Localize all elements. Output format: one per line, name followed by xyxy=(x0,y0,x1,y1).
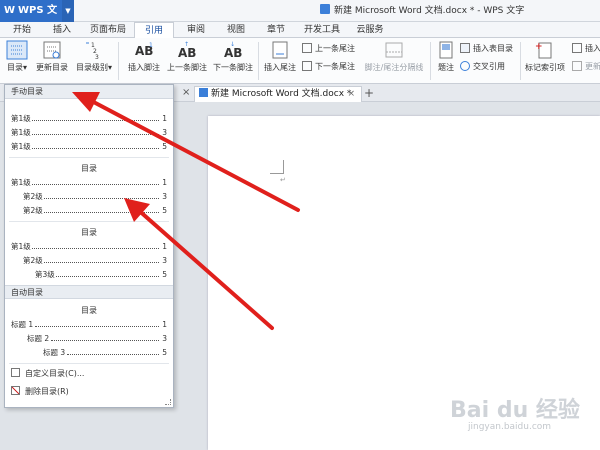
tab-insert[interactable]: 插入 xyxy=(44,22,80,38)
svg-text:↓: ↓ xyxy=(230,41,235,48)
toc-level-button[interactable]: 1 2 3 目录级别▾ xyxy=(74,40,114,73)
cross-reference-icon xyxy=(460,61,470,71)
document-icon xyxy=(320,4,330,14)
update-toc-button[interactable]: 更新目录 xyxy=(34,40,70,73)
toc-entry: 第3级 5 xyxy=(35,269,167,280)
toc-entry: 第2级 3 xyxy=(23,191,167,202)
watermark-url: jingyan.baidu.com xyxy=(468,422,552,432)
prev-endnote-icon xyxy=(302,43,312,53)
toc-entry: 第1级 5 xyxy=(11,141,167,152)
caption-button[interactable]: 题注 xyxy=(434,40,458,73)
toc-dropdown: 手动目录 第1级 1 第1级 3 第1级 5 目录 第1级 1 第2级 3 第2级 5 目录… xyxy=(4,84,174,408)
tab-review[interactable]: 审阅 xyxy=(178,22,214,38)
ribbon-divider xyxy=(430,42,431,80)
insert-table-of-figures-button[interactable]: 插入表目录 xyxy=(460,42,513,56)
mark-entry-icon: + xyxy=(535,42,552,59)
ribbon: 目录▾ 更新目录 1 2 3 目录级别▾ AB 1 插入脚注 AB ↑ 上一条脚 xyxy=(0,38,600,84)
toc-entry: 第2级 5 xyxy=(23,205,167,216)
insert-index-icon xyxy=(572,43,582,53)
toc-entry: 第1级 3 xyxy=(11,127,167,138)
svg-text:AB: AB xyxy=(224,46,242,60)
endnote-icon xyxy=(272,41,288,59)
toc-entry: 标题 11 xyxy=(11,319,167,330)
toc-icon xyxy=(6,40,28,60)
prev-endnote-button[interactable]: 上一条尾注 xyxy=(302,42,355,56)
tab-developer[interactable]: 开发工具 xyxy=(298,22,346,38)
title-bar: WWPS 文字 ▼ 新建 Microsoft Word 文档.docx * - … xyxy=(0,0,600,38)
toc-entry: 第1级 1 xyxy=(11,177,167,188)
toc-preview-title: 目录 xyxy=(81,164,97,173)
next-footnote-button[interactable]: AB ↓ 下一条脚注 xyxy=(210,40,256,73)
footnote-separator-button[interactable]: 脚注/尾注分隔线 xyxy=(362,40,426,73)
toc-entry: 第2级 3 xyxy=(23,255,167,266)
toc-preview-title: 目录 xyxy=(81,228,97,237)
tab-home[interactable]: 开始 xyxy=(4,22,40,38)
custom-toc-menu-item[interactable]: 自定义目录(C)... xyxy=(11,367,84,381)
divider xyxy=(9,221,169,222)
separator-icon xyxy=(385,42,403,58)
close-tab-icon[interactable]: × xyxy=(347,87,355,102)
mark-entry-button[interactable]: + 标记索引项 xyxy=(522,40,568,73)
document-tab[interactable]: 新建 Microsoft Word 文档.docx * × xyxy=(194,86,362,102)
toc-level-icon: 1 2 3 xyxy=(86,42,99,60)
divider xyxy=(9,157,169,158)
wps-logo-icon: W xyxy=(4,5,16,16)
window-title: 新建 Microsoft Word 文档.docx * - WPS 文字 xyxy=(320,0,524,22)
footnote-icon: AB 1 xyxy=(135,42,153,58)
new-tab-button[interactable]: + xyxy=(364,86,374,100)
delete-toc-menu-item[interactable]: 删除目录(R) xyxy=(11,385,69,399)
toc-preview-title: 目录 xyxy=(81,306,97,315)
update-index-button[interactable]: 更新 xyxy=(572,60,600,74)
next-endnote-icon xyxy=(302,61,312,71)
cross-reference-button[interactable]: 交叉引用 xyxy=(460,60,505,74)
next-endnote-button[interactable]: 下一条尾注 xyxy=(302,60,355,74)
manual-toc-header: 手动目录 xyxy=(5,85,173,99)
divider xyxy=(9,363,169,364)
margin-corner-mark xyxy=(270,160,284,174)
toc-entry: 第1级 1 xyxy=(11,113,167,124)
watermark-logo: Bai du 经验 xyxy=(450,398,580,423)
caption-icon xyxy=(439,41,453,59)
resize-grip-icon[interactable] xyxy=(165,399,171,405)
toc-entry: 标题 35 xyxy=(43,347,167,358)
next-footnote-icon: AB ↓ xyxy=(224,41,242,60)
svg-text:+: + xyxy=(535,42,543,52)
ribbon-divider xyxy=(520,42,521,80)
svg-text:AB: AB xyxy=(178,46,196,60)
tab-page-layout[interactable]: 页面布局 xyxy=(84,22,132,38)
prev-footnote-button[interactable]: AB ↑ 上一条脚注 xyxy=(166,40,208,73)
insert-endnote-button[interactable]: 插入尾注 xyxy=(262,40,298,73)
ribbon-divider xyxy=(258,42,259,80)
paragraph-mark: ↵ xyxy=(280,176,286,184)
ribbon-divider xyxy=(118,42,119,80)
toc-entry: 第1级 1 xyxy=(11,241,167,252)
close-icon[interactable]: × xyxy=(182,87,190,98)
chevron-down-icon[interactable]: ▼ xyxy=(62,0,74,22)
toc-entry: 标题 23 xyxy=(27,333,167,344)
custom-toc-icon xyxy=(11,368,20,377)
svg-text:↑: ↑ xyxy=(184,41,189,48)
tab-view[interactable]: 视图 xyxy=(218,22,254,38)
tab-section[interactable]: 章节 xyxy=(258,22,294,38)
svg-text:1: 1 xyxy=(149,42,153,49)
menu-bar: 开始 插入 页面布局 引用 审阅 视图 章节 开发工具 云服务 xyxy=(0,22,600,39)
insert-footnote-button[interactable]: AB 1 插入脚注 xyxy=(124,40,164,73)
toc-button[interactable]: 目录▾ xyxy=(4,40,30,73)
table-of-figures-icon xyxy=(460,43,470,53)
update-toc-icon xyxy=(43,41,61,59)
document-icon xyxy=(199,88,208,97)
prev-footnote-icon: AB ↑ xyxy=(178,41,196,60)
update-index-icon xyxy=(572,61,582,71)
auto-toc-header: 自动目录 xyxy=(5,285,173,299)
tab-references[interactable]: 引用 xyxy=(134,22,174,39)
insert-index-button[interactable]: 插入 xyxy=(572,42,600,56)
svg-text:3: 3 xyxy=(95,54,99,60)
wps-app-menu-button[interactable]: WWPS 文字 xyxy=(0,0,62,38)
tab-cloud[interactable]: 云服务 xyxy=(350,22,390,38)
delete-toc-icon xyxy=(11,386,20,395)
